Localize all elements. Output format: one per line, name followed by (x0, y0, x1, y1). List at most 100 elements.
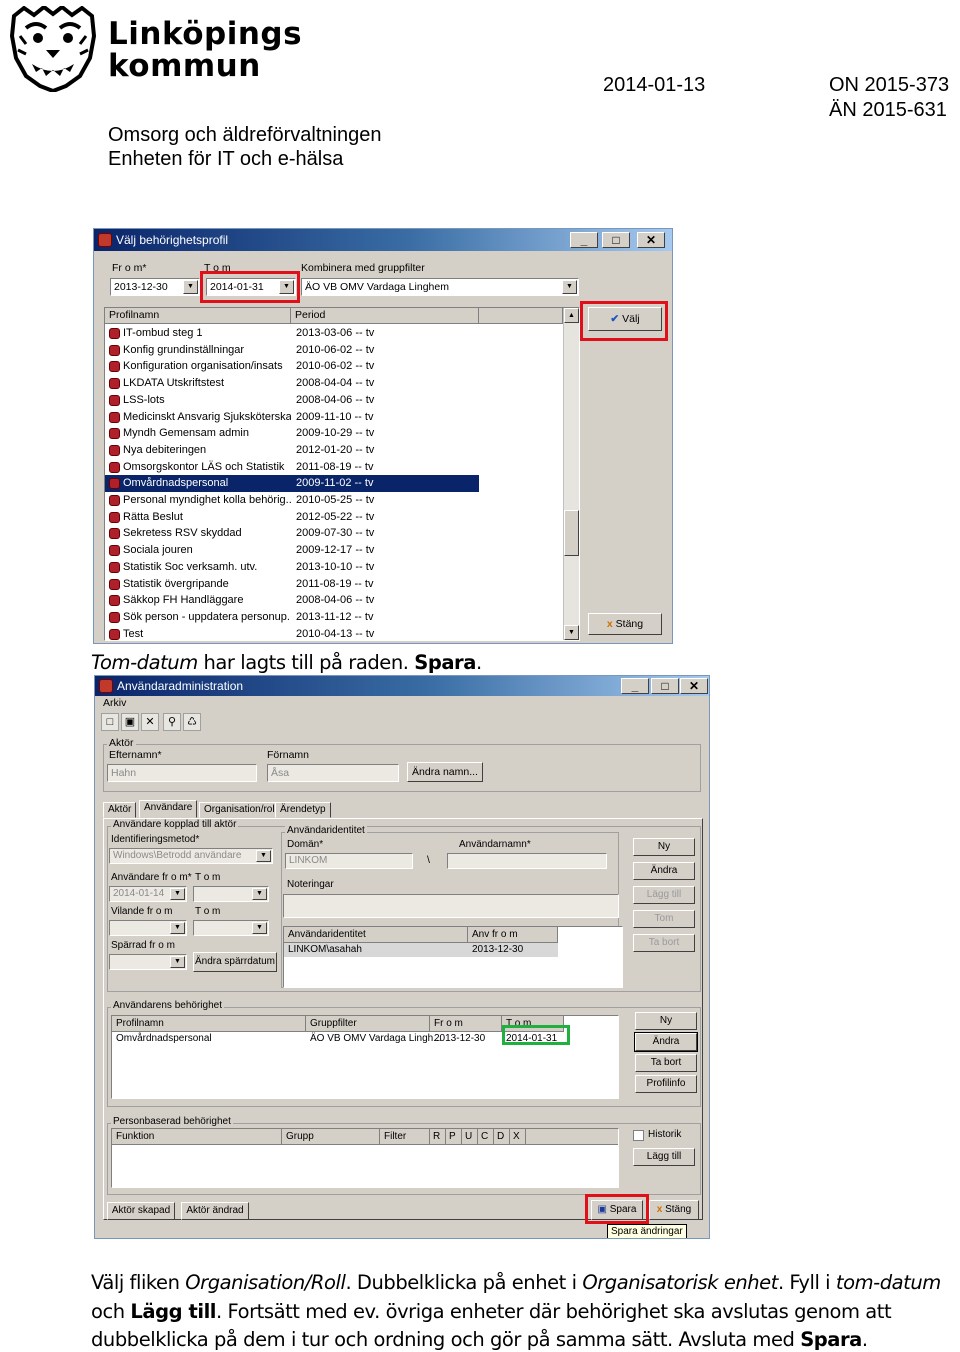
col-perm-from[interactable]: Fr o m (430, 1016, 502, 1032)
profile-row[interactable]: Sociala jouren 2009-12-17 -- tv (105, 542, 479, 559)
profile-period: 2009-11-10 -- tv (296, 410, 374, 423)
chevron-down-icon[interactable]: ▼ (170, 888, 185, 900)
profile-row[interactable]: Sök person - uppdatera personup... 2013-1… (105, 609, 479, 626)
tab-organisation-role[interactable]: Organisation/roll (199, 802, 282, 818)
personal-permission-list[interactable]: Funktion Grupp Filter R P U C D X (111, 1128, 619, 1188)
chevron-down-icon[interactable]: ▼ (256, 850, 271, 862)
col-filter[interactable]: Filter (380, 1129, 430, 1145)
empty-button[interactable]: Tom (633, 910, 695, 928)
from-date-field[interactable]: 2013-12-30 ▼ (110, 278, 200, 296)
profile-row[interactable]: Konfig grundinställningar 2010-06-02 -- t… (105, 342, 479, 359)
history-label: Historik (648, 1129, 682, 1140)
user-to-field[interactable]: ▼ (193, 886, 269, 902)
profile-row[interactable]: Säkkop FH Handläggare 2008-04-06 -- tv (105, 592, 479, 609)
col-perm-profile[interactable]: Profilnamn (112, 1016, 306, 1032)
minimize-icon[interactable]: _ (621, 678, 649, 694)
col-p[interactable]: P (446, 1129, 462, 1145)
profile-row[interactable]: Sekretess RSV skyddad 2009-07-30 -- tv (105, 525, 479, 542)
user-identity-row[interactable]: LINKOM\asahah 2013-12-30 (284, 943, 558, 957)
profile-row[interactable]: Statistik övergripande 2011-08-19 -- tv (105, 576, 479, 593)
remove-user-button[interactable]: Ta bort (633, 934, 695, 952)
change-permission-button[interactable]: Ändra (634, 1032, 698, 1052)
history-checkbox[interactable] (633, 1130, 644, 1141)
user-from-field[interactable]: 2014-01-14 ▼ (109, 886, 187, 902)
scroll-up-icon[interactable]: ▲ (564, 308, 579, 323)
combine-filter-select[interactable]: ÄO VB OMV Vardaga Linghem ▼ (301, 278, 579, 296)
tab-actor[interactable]: Aktör (103, 802, 137, 818)
profile-list-scrollbar[interactable]: ▲ ▼ (563, 308, 579, 640)
chevron-down-icon[interactable]: ▼ (170, 956, 185, 968)
chevron-down-icon[interactable]: ▼ (183, 280, 198, 294)
col-x[interactable]: X (510, 1129, 526, 1145)
profile-row[interactable]: IT-ombud steg 1 2013-03-06 -- tv (105, 325, 479, 342)
profile-row[interactable]: Medicinskt Ansvarig Sjuksköterska 2009-11… (105, 409, 479, 426)
maximize-icon[interactable]: □ (602, 232, 630, 248)
remove-permission-button[interactable]: Ta bort (635, 1054, 697, 1072)
rest-from-field[interactable]: ▼ (109, 920, 187, 936)
chevron-down-icon[interactable]: ▼ (252, 922, 267, 934)
close-button[interactable]: x Stäng (649, 1200, 699, 1220)
col-perm-filter[interactable]: Gruppfilter (306, 1016, 430, 1032)
profile-row[interactable]: Personal myndighet kolla behörig... 2010-… (105, 492, 479, 509)
lastname-field[interactable]: Hahn (107, 764, 257, 782)
profile-row[interactable]: Myndh Gemensam admin 2009-10-29 -- tv (105, 425, 479, 442)
col-period[interactable]: Period (291, 308, 479, 324)
close-button[interactable]: x Stäng (588, 613, 662, 635)
profile-list[interactable]: Profilnamn Period IT-ombud steg 1 2013-03… (104, 307, 580, 641)
idmethod-select[interactable]: Windows\Betrodd användare ▼ (109, 848, 273, 864)
dialog2-titlebar: Användaradministration _ □ ✕ (95, 676, 709, 696)
username-field[interactable] (447, 853, 607, 869)
notes-field[interactable] (283, 894, 619, 918)
close-icon[interactable]: ✕ (637, 232, 665, 248)
recycle-icon[interactable]: ♺ (183, 713, 201, 731)
profile-row[interactable]: Konfiguration organisation/insats 2010-06… (105, 358, 479, 375)
chevron-down-icon[interactable]: ▼ (170, 922, 185, 934)
profile-row[interactable]: Statistik Soc verksamh. utv. 2013-10-10 -… (105, 559, 479, 576)
col-group[interactable]: Grupp (282, 1129, 380, 1145)
col-function[interactable]: Funktion (112, 1129, 282, 1145)
profile-row[interactable]: Test 2010-04-13 -- tv (105, 626, 479, 640)
minimize-icon[interactable]: _ (570, 232, 598, 248)
profile-row[interactable]: LSS-lots 2008-04-06 -- tv (105, 392, 479, 409)
scroll-down-icon[interactable]: ▼ (564, 625, 579, 640)
col-user-identity[interactable]: Användaridentitet (284, 927, 468, 943)
profile-period: 2008-04-04 -- tv (296, 377, 375, 390)
col-profile-name[interactable]: Profilnamn (105, 308, 291, 324)
col-user-from[interactable]: Anv fr o m (468, 927, 558, 943)
new-permission-button[interactable]: Ny (635, 1012, 697, 1030)
new-user-button[interactable]: Ny (633, 838, 695, 856)
permission-row[interactable]: Omvårdnadspersonal ÄO VB OMV Vardaga Lin… (112, 1032, 564, 1046)
menu-file[interactable]: Arkiv (103, 697, 126, 709)
col-r[interactable]: R (430, 1129, 446, 1145)
rest-to-field[interactable]: ▼ (193, 920, 269, 936)
close-icon[interactable]: ✕ (680, 678, 708, 694)
delete-icon[interactable]: ✕ (141, 713, 159, 731)
change-user-button[interactable]: Ändra (633, 862, 695, 880)
binoculars-icon[interactable]: ⚲ (163, 713, 181, 731)
tab-user[interactable]: Användare (139, 800, 198, 818)
change-block-date-button[interactable]: Ändra spärrdatum (193, 952, 277, 972)
domain-field[interactable]: LINKOM (285, 853, 413, 869)
col-u[interactable]: U (462, 1129, 478, 1145)
maximize-icon[interactable]: □ (651, 678, 679, 694)
profile-row[interactable]: Omvårdnadspersonal 2009-11-02 -- tv (105, 475, 479, 492)
profile-row[interactable]: Omsorgskontor LÄS och Statistik 2011-08-1… (105, 459, 479, 476)
change-name-button[interactable]: Ändra namn... (407, 762, 483, 782)
profile-row[interactable]: LKDATA Utskriftstest 2008-04-04 -- tv (105, 375, 479, 392)
col-c[interactable]: C (478, 1129, 494, 1145)
add-personal-permission-button[interactable]: Lägg till (633, 1148, 695, 1166)
tab-case-type[interactable]: Ärendetyp (275, 802, 331, 818)
profile-row[interactable]: Nya debiteringen 2012-01-20 -- tv (105, 442, 479, 459)
chevron-down-icon[interactable]: ▼ (252, 888, 267, 900)
new-document-icon[interactable]: □ (101, 713, 119, 731)
user-identity-list[interactable]: Användaridentitet Anv fr o m LINKOM\asah… (283, 926, 623, 988)
chevron-down-icon[interactable]: ▼ (562, 280, 577, 294)
col-d[interactable]: D (494, 1129, 510, 1145)
profile-info-button[interactable]: Profilinfo (635, 1075, 697, 1093)
save-icon[interactable]: ▣ (121, 713, 139, 731)
block-from-field[interactable]: ▼ (109, 954, 187, 970)
add-user-button[interactable]: Lägg till (633, 886, 695, 904)
profile-row[interactable]: Rätta Beslut 2012-05-22 -- tv (105, 509, 479, 526)
firstname-field[interactable]: Åsa (267, 764, 399, 782)
scroll-thumb[interactable] (564, 510, 579, 556)
